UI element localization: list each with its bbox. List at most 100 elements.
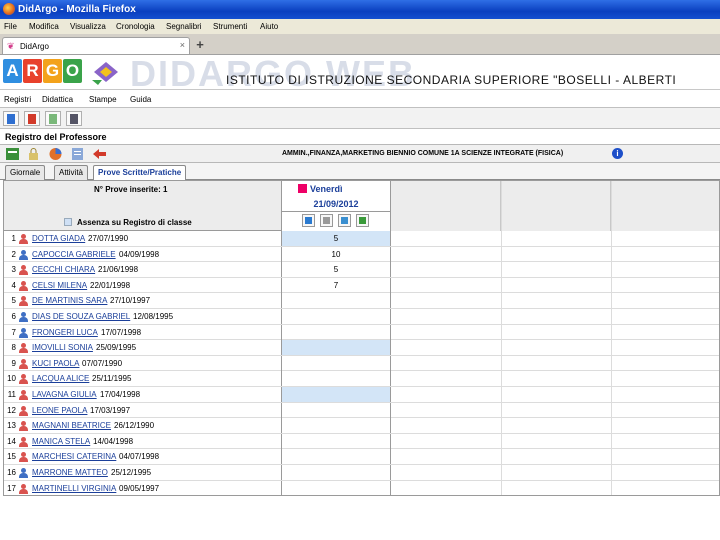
row-number: 14	[7, 436, 16, 446]
table-row[interactable]: 6 DIAS DE SOUZA GABRIEL 12/08/1995	[4, 309, 719, 325]
chart-pie-icon[interactable]	[48, 147, 63, 161]
table-row[interactable]: 12 LEONE PAOLA 17/03/1997	[4, 402, 719, 419]
student-name-link[interactable]: LEONE PAOLA	[32, 406, 87, 415]
menu-guida[interactable]: Guida	[130, 95, 151, 104]
student-name-link[interactable]: DIAS DE SOUZA GABRIEL	[32, 312, 130, 321]
student-name-link[interactable]: MARCHESI CATERINA	[32, 452, 116, 461]
table-row[interactable]: 3 CECCHI CHIARA 21/06/1998 5	[4, 262, 719, 278]
table-row[interactable]: 8 IMOVILLI SONIA 25/09/1995	[4, 340, 719, 356]
test-column-header[interactable]: Venerdì 21/09/2012	[281, 181, 391, 231]
student-name-link[interactable]: KUCI PAOLA	[32, 359, 79, 368]
table-row[interactable]: 17 MARTINELLI VIRGINIA 09/05/1997	[4, 480, 719, 495]
menu-cronologia[interactable]: Cronologia	[116, 22, 155, 31]
student-name-link[interactable]: FRONGERI LUCA	[32, 328, 98, 337]
menu-aiuto[interactable]: Aiuto	[260, 22, 278, 31]
table-row[interactable]: 5 DE MARTINIS SARA 27/10/1997	[4, 293, 719, 309]
grade-cell[interactable]	[281, 449, 391, 465]
edit-pencil-icon[interactable]	[298, 184, 307, 193]
student-name-link[interactable]: LAVAGNA GIULIA	[32, 390, 97, 399]
grade-cell[interactable]	[281, 418, 391, 434]
table-row[interactable]: 10 LACQUA ALICE 25/11/1995	[4, 371, 719, 387]
grade-cell[interactable]: 5	[281, 231, 391, 246]
student-name-link[interactable]: DOTTA GIADA	[32, 234, 85, 243]
tab-close-icon[interactable]: ×	[180, 40, 185, 50]
window-title: DidArgo - Mozilla Firefox	[18, 4, 136, 15]
school-name: ISTITUTO DI ISTRUZIONE SECONDARIA SUPERI…	[226, 73, 677, 87]
menu-stampe[interactable]: Stampe	[89, 95, 117, 104]
student-name-link[interactable]: CECCHI CHIARA	[32, 265, 95, 274]
lock-icon[interactable]	[26, 147, 41, 161]
table-row[interactable]: 7 FRONGERI LUCA 17/07/1998	[4, 324, 719, 341]
notes-button[interactable]	[45, 111, 61, 126]
header-divider	[282, 211, 390, 212]
student-icon	[19, 234, 28, 244]
student-icon	[19, 265, 28, 276]
logo-letter: R	[23, 59, 42, 83]
menu-didattica[interactable]: Didattica	[42, 95, 73, 104]
student-icon	[19, 312, 28, 322]
grade-cell[interactable]: 5	[281, 262, 391, 278]
table-row[interactable]: 2 CAPOCCIA GABRIELE 04/09/1998 10	[4, 246, 719, 263]
menu-strumenti[interactable]: Strumenti	[213, 22, 247, 31]
student-icon	[19, 421, 28, 432]
student-name-link[interactable]: CELSI MILENA	[32, 281, 87, 290]
stats-button[interactable]	[356, 214, 369, 227]
menu-modifica[interactable]: Modifica	[29, 22, 59, 31]
student-icon	[19, 390, 28, 400]
grade-cell[interactable]	[281, 340, 391, 356]
tab-giornale[interactable]: Giornale	[5, 165, 46, 180]
student-birthdate: 25/11/1995	[92, 374, 132, 384]
grade-cell[interactable]	[281, 309, 391, 324]
notes-icon	[49, 114, 57, 124]
table-row[interactable]: 13 MAGNANI BEATRICE 26/12/1990	[4, 418, 719, 434]
table-row[interactable]: 9 KUCI PAOLA 07/07/1990	[4, 355, 719, 372]
student-name-link[interactable]: MARRONE MATTEO	[32, 468, 108, 477]
student-name-link[interactable]: DE MARTINIS SARA	[32, 296, 107, 305]
tab-prove-scritte[interactable]: Prove Scritte/Pratiche	[93, 165, 187, 181]
grade-cell[interactable]	[281, 480, 391, 495]
grade-cell[interactable]: 7	[281, 277, 391, 293]
clipboard-button[interactable]	[320, 214, 333, 227]
table-row[interactable]: 4 CELSI MILENA 22/01/1998 7	[4, 277, 719, 294]
logo-letter: G	[43, 59, 62, 83]
menu-visualizza[interactable]: Visualizza	[70, 22, 106, 31]
menu-segnalibri[interactable]: Segnalibri	[166, 22, 202, 31]
monitor-button[interactable]	[66, 111, 82, 126]
grade-cell[interactable]	[281, 293, 391, 309]
student-name-link[interactable]: IMOVILLI SONIA	[32, 343, 93, 352]
grades-grid: N° Prove inserite: 1 Assenza su Registro…	[3, 180, 720, 496]
student-name-link[interactable]: MAGNANI BEATRICE	[32, 421, 111, 430]
absence-legend: Assenza su Registro di classe	[64, 218, 192, 227]
grade-cell[interactable]	[281, 371, 391, 387]
table-row[interactable]: 14 MANICA STELA 14/04/1998	[4, 433, 719, 450]
grade-cell[interactable]	[281, 402, 391, 418]
expand-button[interactable]	[338, 214, 351, 227]
student-birthdate: 17/04/1998	[100, 390, 141, 399]
grade-cell[interactable]	[281, 465, 391, 480]
table-row[interactable]: 1 DOTTA GIADA 27/07/1990 5	[4, 231, 719, 247]
upload-button[interactable]	[302, 214, 315, 227]
browser-tab[interactable]: ❦ DidArgo ×	[2, 37, 190, 54]
grade-cell[interactable]	[281, 433, 391, 449]
register-blue-button[interactable]	[3, 111, 19, 126]
new-tab-button[interactable]: +	[192, 38, 208, 53]
table-row[interactable]: 11 LAVAGNA GIULIA 17/04/1998	[4, 387, 719, 403]
table-row[interactable]: 15 MARCHESI CATERINA 04/07/1998	[4, 449, 719, 465]
grade-cell[interactable]	[281, 324, 391, 340]
table-row[interactable]: 16 MARRONE MATTEO 25/12/1995	[4, 465, 719, 481]
grade-cell[interactable]	[281, 355, 391, 371]
tab-attivita[interactable]: Attività	[54, 165, 89, 180]
student-name-link[interactable]: LACQUA ALICE	[32, 374, 89, 383]
menu-registri[interactable]: Registri	[4, 95, 31, 104]
grid-export-icon[interactable]	[5, 147, 20, 161]
register-red-button[interactable]	[24, 111, 40, 126]
menu-file[interactable]: File	[4, 22, 17, 31]
student-name-link[interactable]: MANICA STELA	[32, 437, 90, 446]
grade-cell[interactable]	[281, 387, 391, 402]
grade-cell[interactable]: 10	[281, 246, 391, 262]
back-arrow-icon[interactable]	[92, 147, 107, 161]
document-icon[interactable]	[70, 147, 85, 161]
student-name-link[interactable]: MARTINELLI VIRGINIA	[32, 484, 116, 493]
info-icon[interactable]: i	[612, 148, 623, 159]
student-name-link[interactable]: CAPOCCIA GABRIELE	[32, 250, 116, 259]
